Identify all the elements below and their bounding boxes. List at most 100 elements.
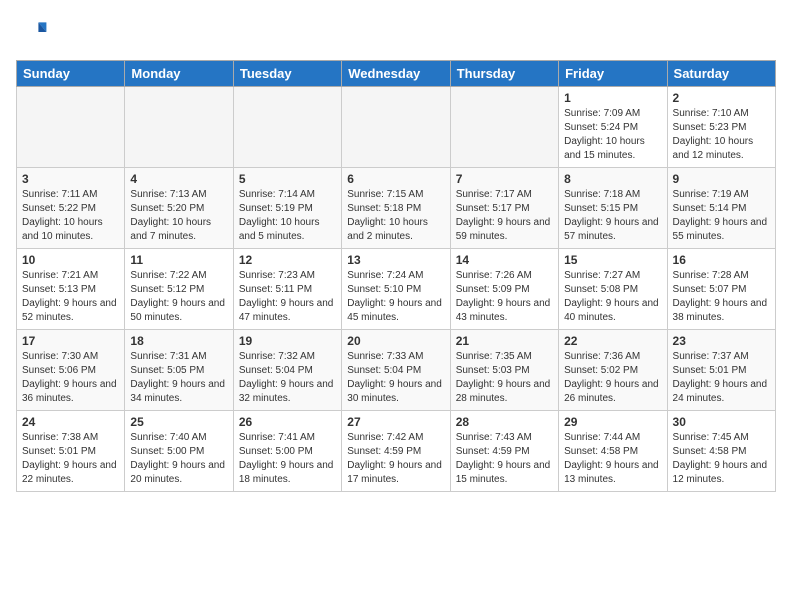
calendar-week-row: 17 Sunrise: 7:30 AM Sunset: 5:06 PM Dayli…	[17, 330, 776, 411]
calendar-cell: 27 Sunrise: 7:42 AM Sunset: 4:59 PM Dayli…	[342, 411, 450, 492]
day-header: Friday	[559, 61, 667, 87]
day-number: 2	[673, 91, 770, 105]
day-info: Sunrise: 7:26 AM Sunset: 5:09 PM Dayligh…	[456, 269, 553, 325]
day-number: 10	[22, 253, 119, 267]
day-number: 30	[673, 415, 770, 429]
calendar-cell: 1 Sunrise: 7:09 AM Sunset: 5:24 PM Daylig…	[559, 87, 667, 168]
day-number: 15	[564, 253, 661, 267]
calendar-cell: 30 Sunrise: 7:45 AM Sunset: 4:58 PM Dayli…	[667, 411, 775, 492]
calendar-cell	[125, 87, 233, 168]
day-header: Thursday	[450, 61, 558, 87]
day-info: Sunrise: 7:21 AM Sunset: 5:13 PM Dayligh…	[22, 269, 119, 325]
calendar-cell: 22 Sunrise: 7:36 AM Sunset: 5:02 PM Dayli…	[559, 330, 667, 411]
day-number: 6	[347, 172, 444, 186]
day-info: Sunrise: 7:30 AM Sunset: 5:06 PM Dayligh…	[22, 350, 119, 406]
day-number: 28	[456, 415, 553, 429]
calendar-cell	[342, 87, 450, 168]
day-number: 13	[347, 253, 444, 267]
calendar-cell: 24 Sunrise: 7:38 AM Sunset: 5:01 PM Dayli…	[17, 411, 125, 492]
calendar-cell: 20 Sunrise: 7:33 AM Sunset: 5:04 PM Dayli…	[342, 330, 450, 411]
day-header: Monday	[125, 61, 233, 87]
calendar-cell: 4Sunrise: 7:13 AM Sunset: 5:20 PM Daylig…	[125, 168, 233, 249]
day-info: Sunrise: 7:22 AM Sunset: 5:12 PM Dayligh…	[130, 269, 227, 325]
day-number: 8	[564, 172, 661, 186]
calendar-cell	[233, 87, 341, 168]
page-header	[16, 16, 776, 48]
day-header: Tuesday	[233, 61, 341, 87]
calendar-cell: 5Sunrise: 7:14 AM Sunset: 5:19 PM Daylig…	[233, 168, 341, 249]
day-info: Sunrise: 7:35 AM Sunset: 5:03 PM Dayligh…	[456, 350, 553, 406]
day-number: 24	[22, 415, 119, 429]
day-number: 27	[347, 415, 444, 429]
day-info: Sunrise: 7:13 AM Sunset: 5:20 PM Dayligh…	[130, 188, 227, 244]
day-number: 5	[239, 172, 336, 186]
day-info: Sunrise: 7:37 AM Sunset: 5:01 PM Dayligh…	[673, 350, 770, 406]
day-number: 11	[130, 253, 227, 267]
calendar-cell: 19 Sunrise: 7:32 AM Sunset: 5:04 PM Dayli…	[233, 330, 341, 411]
calendar-cell: 21 Sunrise: 7:35 AM Sunset: 5:03 PM Dayli…	[450, 330, 558, 411]
day-info: Sunrise: 7:45 AM Sunset: 4:58 PM Dayligh…	[673, 431, 770, 487]
day-info: Sunrise: 7:38 AM Sunset: 5:01 PM Dayligh…	[22, 431, 119, 487]
day-info: Sunrise: 7:23 AM Sunset: 5:11 PM Dayligh…	[239, 269, 336, 325]
day-info: Sunrise: 7:41 AM Sunset: 5:00 PM Dayligh…	[239, 431, 336, 487]
calendar-cell: 26 Sunrise: 7:41 AM Sunset: 5:00 PM Dayli…	[233, 411, 341, 492]
calendar-cell: 8 Sunrise: 7:18 AM Sunset: 5:15 PM Daylig…	[559, 168, 667, 249]
calendar-week-row: 1 Sunrise: 7:09 AM Sunset: 5:24 PM Daylig…	[17, 87, 776, 168]
calendar-week-row: 24 Sunrise: 7:38 AM Sunset: 5:01 PM Dayli…	[17, 411, 776, 492]
day-info: Sunrise: 7:09 AM Sunset: 5:24 PM Dayligh…	[564, 107, 661, 163]
day-info: Sunrise: 7:17 AM Sunset: 5:17 PM Dayligh…	[456, 188, 553, 244]
day-number: 25	[130, 415, 227, 429]
calendar-cell: 12Sunrise: 7:23 AM Sunset: 5:11 PM Dayli…	[233, 249, 341, 330]
day-info: Sunrise: 7:15 AM Sunset: 5:18 PM Dayligh…	[347, 188, 444, 244]
calendar-cell: 2 Sunrise: 7:10 AM Sunset: 5:23 PM Daylig…	[667, 87, 775, 168]
day-number: 18	[130, 334, 227, 348]
day-info: Sunrise: 7:32 AM Sunset: 5:04 PM Dayligh…	[239, 350, 336, 406]
day-number: 21	[456, 334, 553, 348]
day-info: Sunrise: 7:33 AM Sunset: 5:04 PM Dayligh…	[347, 350, 444, 406]
day-info: Sunrise: 7:42 AM Sunset: 4:59 PM Dayligh…	[347, 431, 444, 487]
calendar-cell: 13Sunrise: 7:24 AM Sunset: 5:10 PM Dayli…	[342, 249, 450, 330]
day-header: Saturday	[667, 61, 775, 87]
calendar-cell: 28Sunrise: 7:43 AM Sunset: 4:59 PM Dayli…	[450, 411, 558, 492]
calendar-cell: 10 Sunrise: 7:21 AM Sunset: 5:13 PM Dayli…	[17, 249, 125, 330]
day-info: Sunrise: 7:18 AM Sunset: 5:15 PM Dayligh…	[564, 188, 661, 244]
day-info: Sunrise: 7:28 AM Sunset: 5:07 PM Dayligh…	[673, 269, 770, 325]
day-number: 16	[673, 253, 770, 267]
logo	[16, 16, 52, 48]
calendar-cell: 14 Sunrise: 7:26 AM Sunset: 5:09 PM Dayli…	[450, 249, 558, 330]
day-number: 1	[564, 91, 661, 105]
day-info: Sunrise: 7:36 AM Sunset: 5:02 PM Dayligh…	[564, 350, 661, 406]
calendar-cell: 23Sunrise: 7:37 AM Sunset: 5:01 PM Dayli…	[667, 330, 775, 411]
calendar-week-row: 3 Sunrise: 7:11 AM Sunset: 5:22 PM Daylig…	[17, 168, 776, 249]
day-info: Sunrise: 7:40 AM Sunset: 5:00 PM Dayligh…	[130, 431, 227, 487]
calendar-header-row: SundayMondayTuesdayWednesdayThursdayFrid…	[17, 61, 776, 87]
day-info: Sunrise: 7:10 AM Sunset: 5:23 PM Dayligh…	[673, 107, 770, 163]
day-number: 3	[22, 172, 119, 186]
day-number: 9	[673, 172, 770, 186]
calendar-cell: 3 Sunrise: 7:11 AM Sunset: 5:22 PM Daylig…	[17, 168, 125, 249]
day-number: 26	[239, 415, 336, 429]
day-number: 19	[239, 334, 336, 348]
calendar-cell: 15 Sunrise: 7:27 AM Sunset: 5:08 PM Dayli…	[559, 249, 667, 330]
day-number: 14	[456, 253, 553, 267]
day-number: 17	[22, 334, 119, 348]
day-number: 7	[456, 172, 553, 186]
calendar-cell	[450, 87, 558, 168]
calendar-week-row: 10 Sunrise: 7:21 AM Sunset: 5:13 PM Dayli…	[17, 249, 776, 330]
day-info: Sunrise: 7:11 AM Sunset: 5:22 PM Dayligh…	[22, 188, 119, 244]
calendar-cell: 17 Sunrise: 7:30 AM Sunset: 5:06 PM Dayli…	[17, 330, 125, 411]
calendar-cell: 16 Sunrise: 7:28 AM Sunset: 5:07 PM Dayli…	[667, 249, 775, 330]
day-info: Sunrise: 7:19 AM Sunset: 5:14 PM Dayligh…	[673, 188, 770, 244]
calendar-cell: 7 Sunrise: 7:17 AM Sunset: 5:17 PM Daylig…	[450, 168, 558, 249]
day-info: Sunrise: 7:27 AM Sunset: 5:08 PM Dayligh…	[564, 269, 661, 325]
calendar-cell	[17, 87, 125, 168]
day-number: 22	[564, 334, 661, 348]
calendar-cell: 18Sunrise: 7:31 AM Sunset: 5:05 PM Dayli…	[125, 330, 233, 411]
calendar-cell: 25 Sunrise: 7:40 AM Sunset: 5:00 PM Dayli…	[125, 411, 233, 492]
calendar-cell: 29Sunrise: 7:44 AM Sunset: 4:58 PM Dayli…	[559, 411, 667, 492]
day-number: 29	[564, 415, 661, 429]
day-header: Sunday	[17, 61, 125, 87]
day-number: 20	[347, 334, 444, 348]
logo-icon	[16, 16, 48, 48]
calendar-cell: 11 Sunrise: 7:22 AM Sunset: 5:12 PM Dayli…	[125, 249, 233, 330]
